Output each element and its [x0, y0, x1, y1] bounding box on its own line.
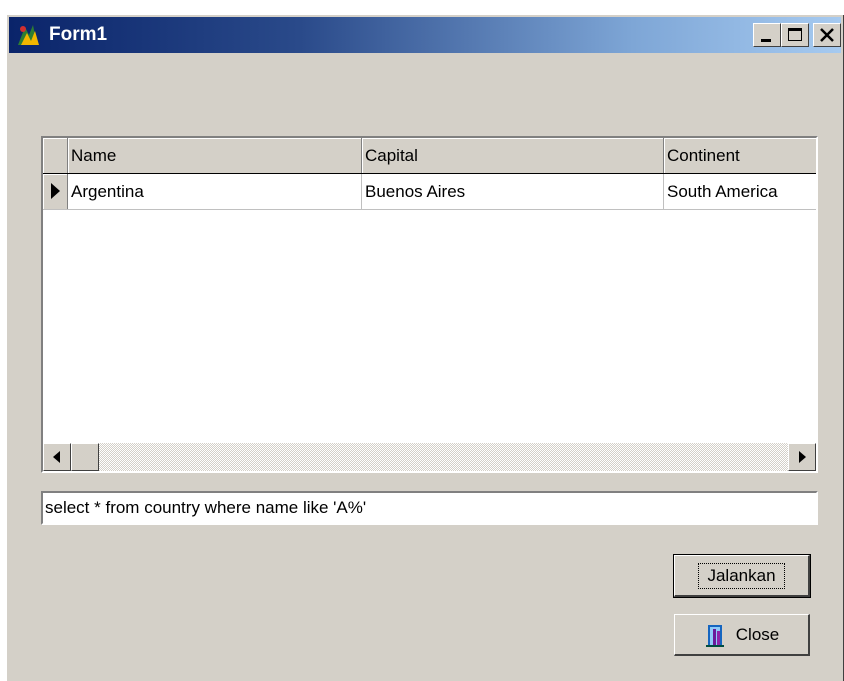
- scroll-right-button[interactable]: [788, 443, 816, 471]
- minimize-icon: [761, 39, 771, 42]
- scroll-thumb[interactable]: [71, 443, 99, 471]
- minimize-button[interactable]: [753, 23, 781, 47]
- column-header-continent[interactable]: Continent: [664, 138, 816, 173]
- close-button[interactable]: Close: [674, 614, 810, 656]
- column-header-capital[interactable]: Capital: [362, 138, 664, 173]
- maximize-icon: [788, 28, 802, 41]
- maximize-button[interactable]: [781, 23, 809, 47]
- sql-query-input[interactable]: [41, 491, 818, 525]
- cell-capital[interactable]: Buenos Aires: [362, 174, 664, 209]
- run-button[interactable]: Jalankan: [673, 554, 811, 598]
- indicator-header: [43, 138, 68, 173]
- title-bar[interactable]: Form1: [9, 17, 841, 53]
- table-row[interactable]: Argentina Buenos Aires South America: [43, 174, 816, 210]
- cell-name[interactable]: Argentina: [68, 174, 362, 209]
- scroll-left-button[interactable]: [43, 443, 71, 471]
- triangle-right-icon: [51, 183, 60, 199]
- close-window-button[interactable]: [813, 23, 841, 47]
- window-title: Form1: [49, 24, 108, 45]
- arrow-left-icon: [53, 451, 60, 463]
- row-indicator[interactable]: [43, 174, 68, 209]
- door-exit-icon: [705, 624, 724, 647]
- grid-header: Name Capital Continent: [43, 138, 816, 174]
- arrow-right-icon: [799, 451, 806, 463]
- app-icon: [18, 25, 39, 45]
- cell-continent[interactable]: South America: [664, 174, 816, 209]
- close-button-label: Close: [735, 624, 780, 644]
- horizontal-scrollbar[interactable]: [43, 443, 816, 471]
- column-header-name[interactable]: Name: [68, 138, 362, 173]
- run-button-label: Jalankan: [698, 562, 785, 589]
- close-icon: [820, 28, 834, 42]
- data-grid[interactable]: Name Capital Continent Argentina Buenos …: [41, 136, 818, 473]
